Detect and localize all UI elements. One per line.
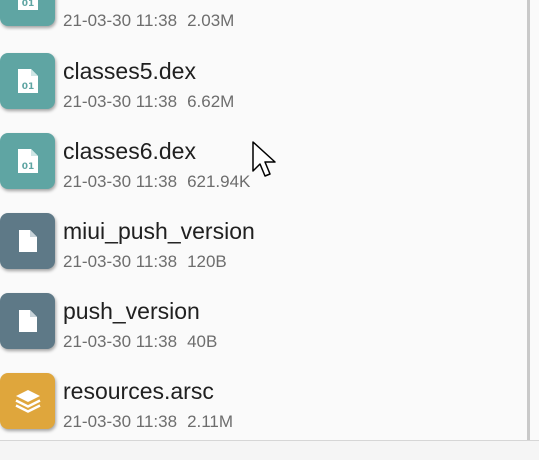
- file-list: 01 21-03-30 11:38 2.03M 01 classes5.dex 2…: [0, 0, 527, 440]
- file-list-item[interactable]: 01 classes5.dex 21-03-30 11:38 6.62M: [0, 40, 527, 120]
- dex-file-icon: 01: [0, 0, 55, 26]
- file-meta: 21-03-30 11:38 6.62M: [63, 93, 234, 110]
- svg-text:01: 01: [21, 0, 34, 9]
- file-name: resources.arsc: [63, 378, 214, 404]
- file-list-item[interactable]: 01 21-03-30 11:38 2.03M: [0, 0, 527, 30]
- file-name: classes6.dex: [63, 138, 196, 164]
- file-meta: 21-03-30 11:38 120B: [63, 253, 227, 270]
- file-name: miui_push_version: [63, 218, 255, 244]
- file-meta: 21-03-30 11:38 40B: [63, 333, 217, 350]
- file-date: 21-03-30 11:38: [63, 332, 178, 351]
- svg-text:01: 01: [21, 82, 34, 92]
- file-name: classes5.dex: [63, 58, 196, 84]
- file-meta: 21-03-30 11:38 621.94K: [63, 173, 250, 190]
- file-date: 21-03-30 11:38: [63, 412, 178, 431]
- file-size: 2.03M: [187, 11, 235, 30]
- layers-file-icon: [0, 373, 55, 429]
- dex-file-icon: 01: [0, 53, 55, 109]
- file-size: 6.62M: [187, 92, 235, 111]
- file-size: 621.94K: [187, 172, 251, 191]
- generic-file-icon: [0, 293, 55, 349]
- file-list-item[interactable]: resources.arsc 21-03-30 11:38 2.11M: [0, 360, 527, 440]
- svg-text:01: 01: [21, 162, 34, 172]
- file-size: 120B: [187, 252, 227, 271]
- file-date: 21-03-30 11:38: [63, 172, 178, 191]
- file-size: 40B: [187, 332, 218, 351]
- mouse-cursor-icon: [252, 141, 276, 177]
- scrollbar[interactable]: [527, 0, 530, 440]
- file-date: 21-03-30 11:38: [63, 11, 178, 30]
- dex-file-icon: 01: [0, 133, 55, 189]
- file-meta: 21-03-30 11:38 2.11M: [63, 413, 233, 430]
- file-name: push_version: [63, 298, 200, 324]
- file-date: 21-03-30 11:38: [63, 92, 178, 111]
- file-date: 21-03-30 11:38: [63, 252, 178, 271]
- file-list-item[interactable]: push_version 21-03-30 11:38 40B: [0, 280, 527, 360]
- file-meta: 21-03-30 11:38 2.03M: [63, 12, 234, 29]
- generic-file-icon: [0, 213, 55, 269]
- file-size: 2.11M: [187, 412, 234, 431]
- bottom-bar: [0, 440, 539, 460]
- file-list-item[interactable]: miui_push_version 21-03-30 11:38 120B: [0, 200, 527, 280]
